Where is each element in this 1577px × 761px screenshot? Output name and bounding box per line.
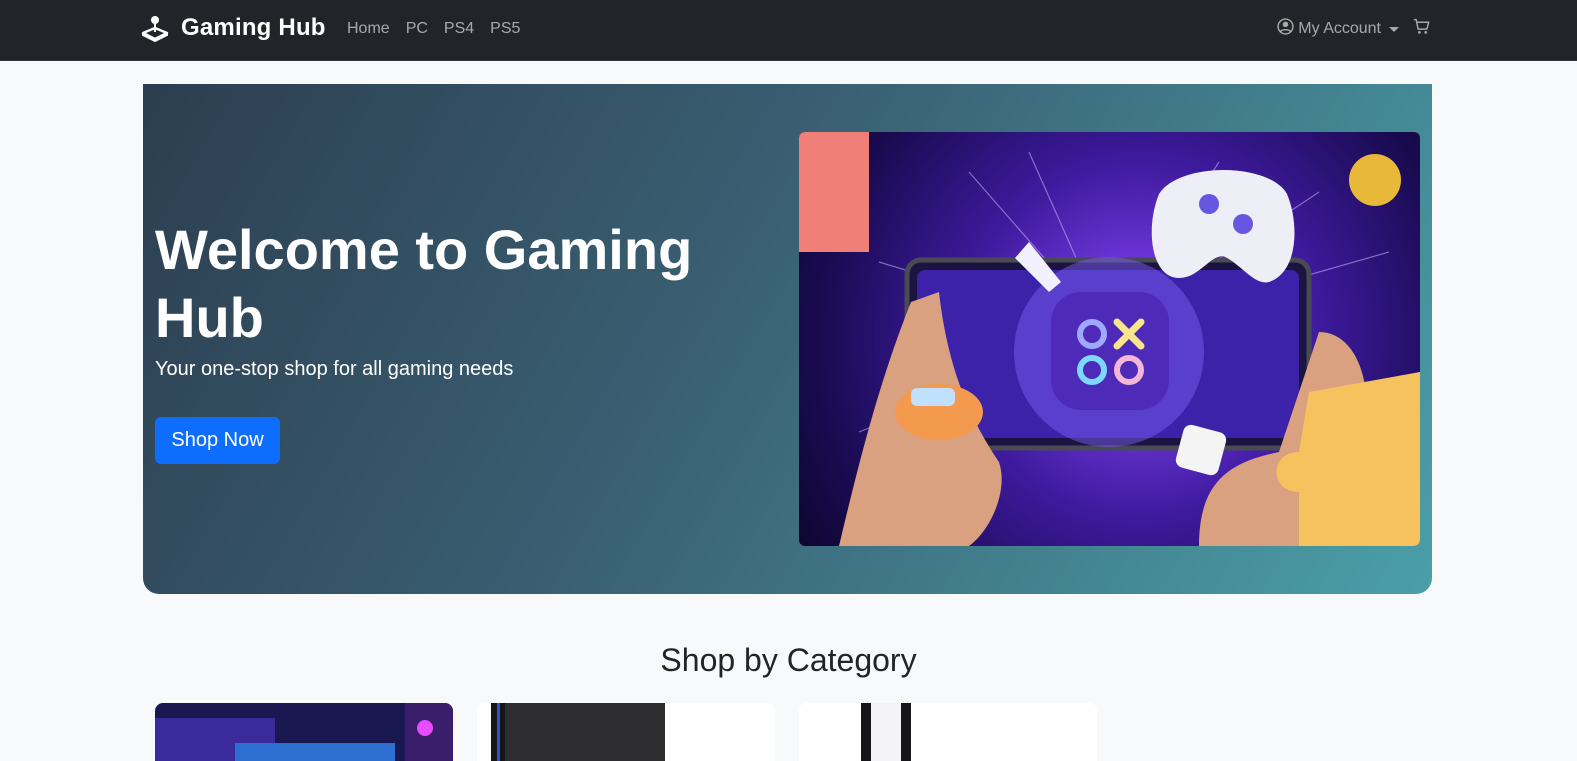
category-card-ps4[interactable] <box>477 703 775 761</box>
brand-link[interactable]: Gaming Hub <box>141 14 326 42</box>
nav-link-ps5[interactable]: PS5 <box>490 20 520 38</box>
nav-link-home[interactable]: Home <box>347 20 390 38</box>
shop-now-button[interactable]: Shop Now <box>155 417 280 464</box>
person-circle-icon <box>1277 18 1294 40</box>
brand-name: Gaming Hub <box>181 14 326 41</box>
hero-image <box>799 132 1420 546</box>
hero-subtitle: Your one-stop shop for all gaming needs <box>155 358 514 380</box>
top-navbar: Gaming Hub Home PC PS4 PS5 My Account <box>0 0 1577 61</box>
nav-link-ps4[interactable]: PS4 <box>444 20 474 38</box>
joystick-icon <box>141 14 169 42</box>
hero-title: Welcome to Gaming Hub <box>155 218 693 349</box>
categories-heading: Shop by Category <box>660 642 917 678</box>
cart-icon[interactable] <box>1413 18 1430 40</box>
nav-right: My Account <box>1277 18 1430 40</box>
primary-nav: Home PC PS4 PS5 <box>347 20 520 38</box>
account-dropdown[interactable]: My Account <box>1277 18 1399 40</box>
account-label: My Account <box>1298 20 1381 37</box>
hero-banner: Welcome to Gaming Hub Your one-stop shop… <box>143 84 1432 594</box>
nav-link-pc[interactable]: PC <box>406 20 428 38</box>
category-card-pc[interactable] <box>155 703 453 761</box>
caret-down-icon <box>1389 26 1399 32</box>
category-card-ps5[interactable] <box>799 703 1097 761</box>
